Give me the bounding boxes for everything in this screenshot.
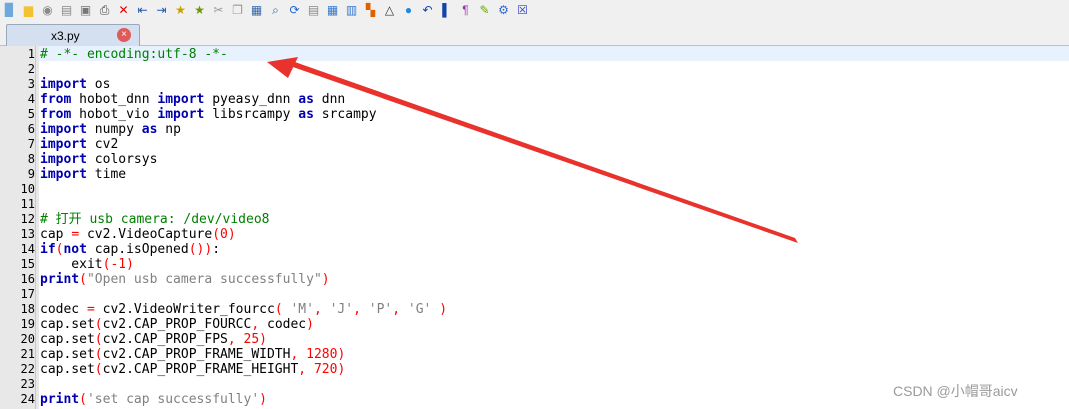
- arrow-head: [267, 57, 298, 78]
- watermark: CSDN @小帽哥aicv: [893, 383, 1018, 399]
- arrow-shaft: [290, 61, 798, 243]
- annotation-arrow: [267, 57, 798, 243]
